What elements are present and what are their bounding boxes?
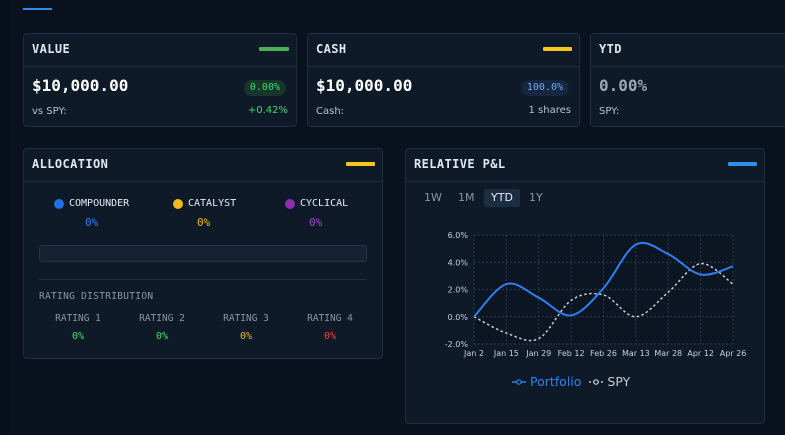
ytd-spy-label: SPY: (599, 106, 620, 117)
tab-1w[interactable]: 1W (417, 189, 449, 207)
x-tick-label: Jan 29 (525, 349, 551, 358)
allocation-bar (39, 245, 367, 262)
spy-legend-label: SPY (607, 374, 631, 389)
x-tick-label: Mar 28 (654, 349, 682, 358)
rating-1-label: RATING 1 (55, 313, 101, 324)
catalyst-label: CATALYST (188, 198, 237, 209)
compounder-percent: 0% (85, 216, 99, 229)
ytd-card: YTD 0.00% SPY: (590, 33, 785, 127)
rating-2-label: RATING 2 (139, 313, 185, 324)
ytd-value: 0.00% (599, 76, 648, 95)
relative-pnl-card: RELATIVE P&L 1W 1M YTD 1Y 6.0% 4.0% 2.0% 0.… (405, 148, 765, 424)
value-change-badge: 0.00% (243, 80, 286, 96)
tab-ytd[interactable]: YTD (484, 189, 520, 207)
x-tick-label: Jan 15 (493, 349, 519, 358)
rating-1-value: 0% (71, 331, 85, 342)
value-accent-bar (259, 47, 289, 51)
vs-spy-label: vs SPY: (32, 106, 67, 117)
pnl-accent-bar (728, 162, 757, 166)
chart-legend: Portfolio SPY (512, 374, 630, 389)
y-tick-label: 0.0% (448, 313, 469, 322)
value-card-title: VALUE (32, 42, 71, 56)
rating-distribution-title: RATING DISTRIBUTION (39, 291, 154, 302)
catalyst-percent: 0% (197, 216, 211, 229)
tab-1m[interactable]: 1M (451, 189, 482, 207)
portfolio-legend-label: Portfolio (529, 374, 582, 389)
portfolio-value: $10,000.00 (32, 76, 129, 95)
rating-3-value: 0% (239, 331, 253, 342)
tab-1y[interactable]: 1Y (522, 189, 550, 207)
cash-value: $10,000.00 (316, 76, 413, 95)
cyclical-dot-icon (285, 199, 295, 209)
top-accent-line (23, 8, 52, 10)
rating-3-label: RATING 3 (223, 313, 269, 324)
cash-accent-bar (543, 47, 572, 51)
x-tick-label: Feb 26 (590, 349, 617, 358)
spy-legend-icon (589, 379, 604, 385)
portfolio-legend-item[interactable]: Portfolio (512, 374, 585, 389)
cyclical-label: CYCLICAL (300, 198, 349, 209)
allocation-title: ALLOCATION (32, 157, 109, 171)
ytd-card-header: YTD (591, 34, 785, 67)
y-tick-label: 6.0% (448, 231, 469, 240)
y-tick-label: 4.0% (448, 258, 469, 267)
pnl-line-chart: 6.0% 4.0% 2.0% 0.0% -2.0%Jan 2 Jan 15 Jan 29 Fe… (445, 231, 747, 358)
cash-shares: 1 shares (528, 105, 571, 116)
x-tick-label: Apr 12 (687, 349, 714, 358)
pnl-title: RELATIVE P&L (414, 157, 506, 171)
allocation-header: ALLOCATION (24, 149, 382, 182)
ytd-card-title: YTD (599, 42, 622, 56)
y-tick-label: 2.0% (448, 286, 469, 295)
cash-card: CASH $10,000.00 100.0% Cash: 1 shares (307, 33, 580, 127)
portfolio-legend-icon (512, 379, 526, 385)
x-tick-label: Apr 26 (720, 349, 747, 358)
allocation-accent-bar (346, 162, 375, 166)
cyclical-percent: 0% (309, 216, 323, 229)
vs-spy-value: +0.42% (247, 105, 288, 116)
value-card-header: VALUE (24, 34, 296, 67)
x-tick-label: Feb 12 (558, 349, 585, 358)
x-tick-label: Mar 13 (622, 349, 650, 358)
left-edge-strip (0, 0, 9, 435)
x-tick-label: Jan 2 (463, 349, 484, 358)
cash-card-header: CASH (308, 34, 579, 67)
cash-card-title: CASH (316, 42, 347, 56)
y-tick-label: -2.0% (445, 340, 469, 349)
pnl-header: RELATIVE P&L (406, 149, 764, 182)
rating-2-value: 0% (155, 331, 169, 342)
cash-label: Cash: (316, 106, 345, 117)
value-card: VALUE $10,000.00 0.00% vs SPY: +0.42% (23, 33, 297, 127)
rating-4-label: RATING 4 (307, 313, 353, 324)
allocation-card: ALLOCATION COMPOUNDER 0% CATALYST 0% CYC… (23, 148, 383, 359)
cash-percent-badge: 100.0% (520, 80, 569, 96)
rating-4-value: 0% (323, 331, 337, 342)
spy-legend-item[interactable]: SPY (589, 374, 630, 389)
allocation-divider (39, 279, 367, 280)
compounder-dot-icon (54, 199, 64, 209)
compounder-label: COMPOUNDER (69, 198, 130, 209)
catalyst-dot-icon (173, 199, 183, 209)
